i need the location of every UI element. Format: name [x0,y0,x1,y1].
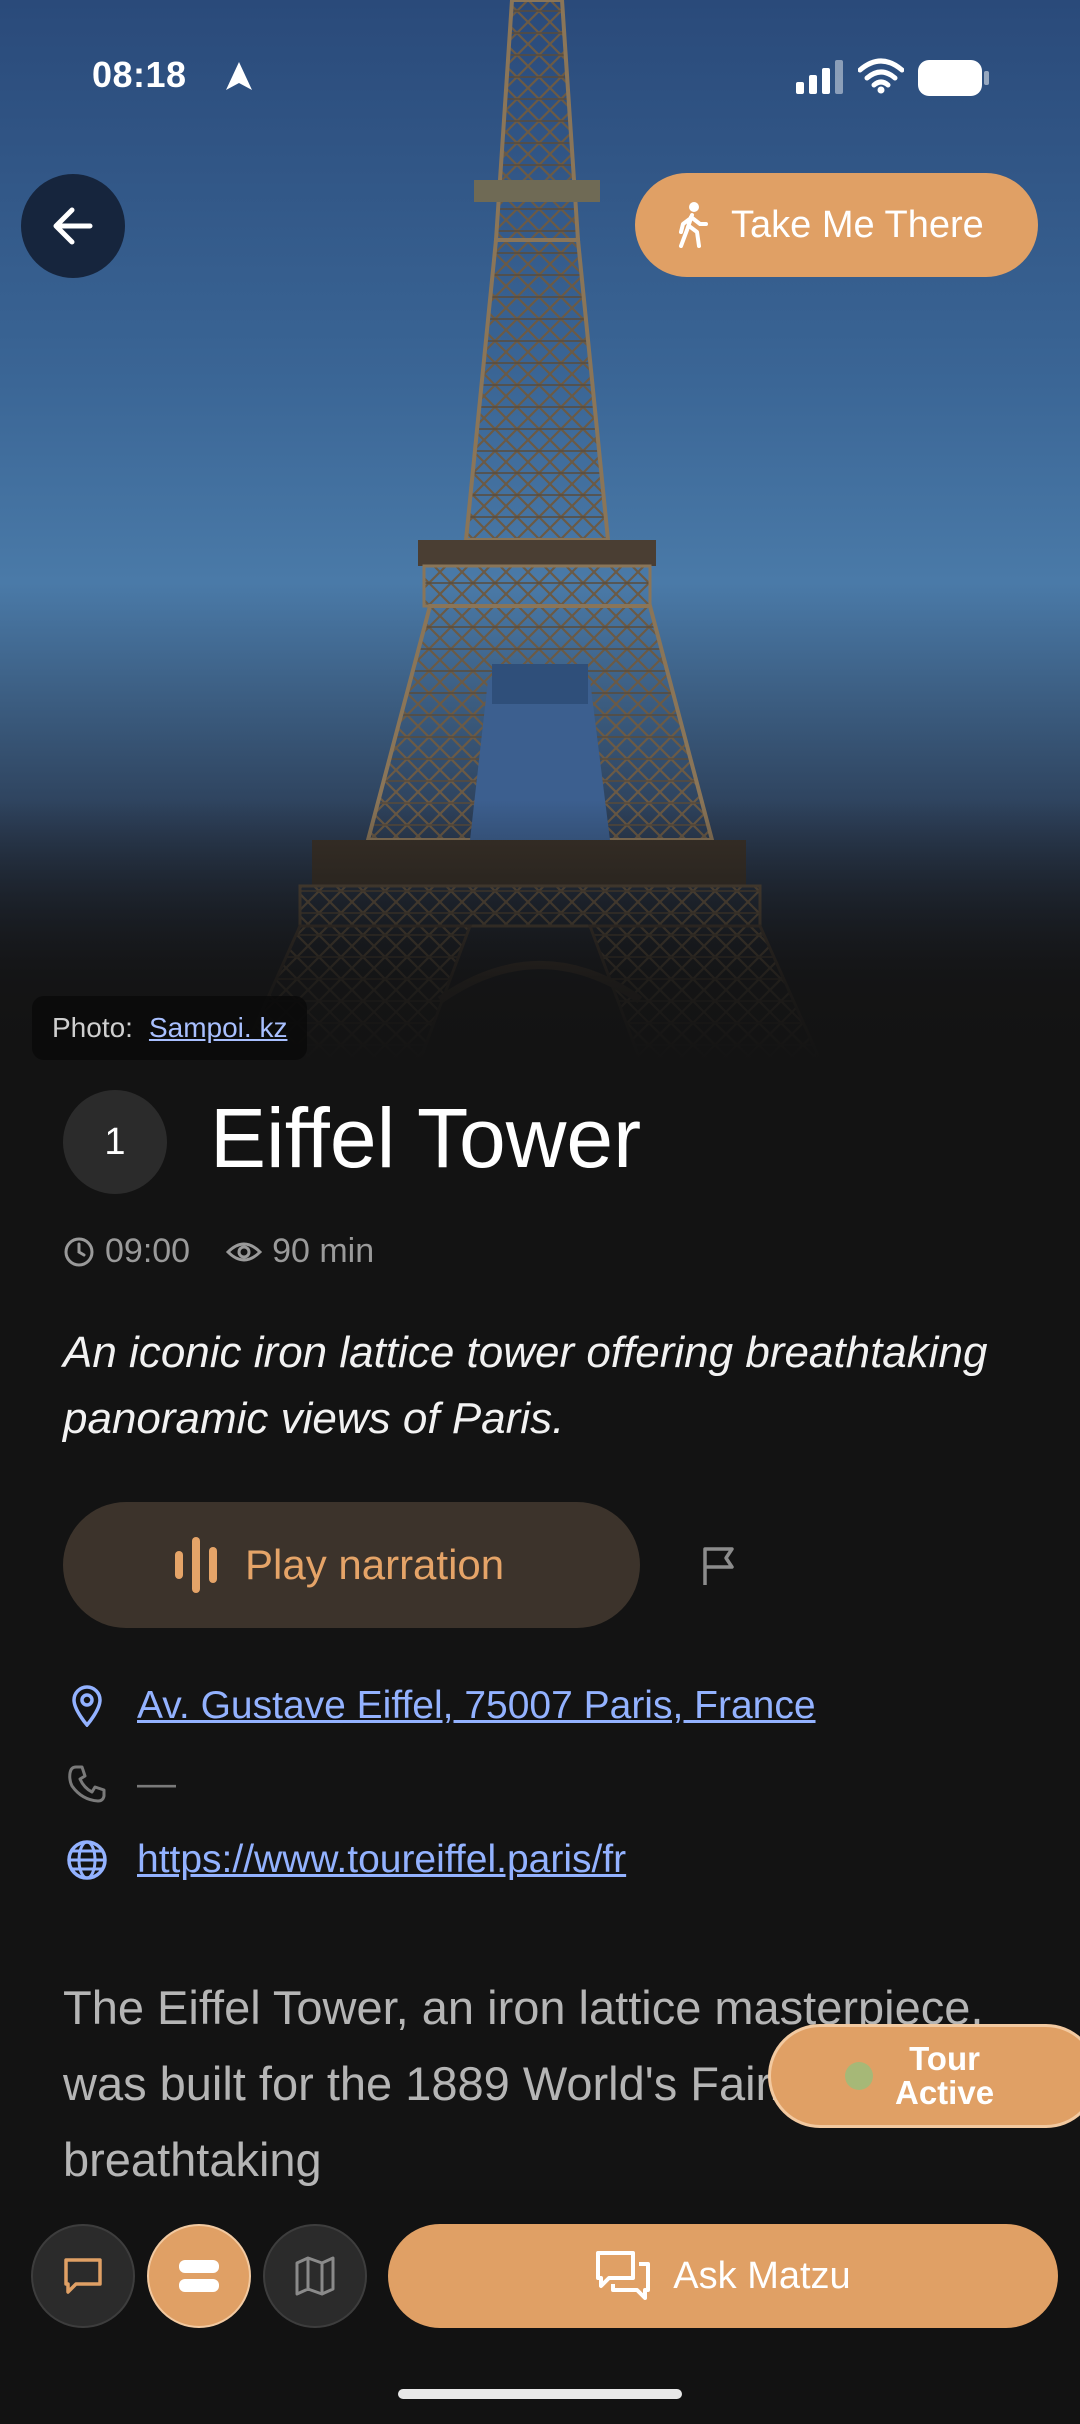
clock-icon [64,1237,94,1266]
globe-icon [67,1840,107,1880]
address-link[interactable]: Av. Gustave Eiffel, 75007 Paris, France [137,1684,816,1728]
folded-map-icon [295,2256,335,2296]
audio-waveform-icon [175,1537,217,1593]
tour-active-label: Tour Active [895,2042,994,2110]
tour-active-line1: Tour [909,2040,980,2077]
website-row[interactable]: https://www.toureiffel.paris/fr [63,1838,626,1882]
ask-matzu-label: Ask Matzu [673,2254,851,2297]
play-narration-label: Play narration [245,1541,505,1588]
back-button[interactable] [21,174,125,278]
arrow-left-icon [53,207,93,245]
stop-number-badge: 1 [63,1090,167,1194]
hero-photo [0,0,1080,1060]
take-me-there-label: Take Me There [731,203,984,246]
photo-credit-prefix: Photo: [52,1012,133,1043]
report-flag-icon[interactable] [700,1545,738,1587]
phone-value: — [137,1762,176,1805]
cellular-signal-icon [796,60,843,94]
wifi-icon [858,58,904,94]
status-time: 08:18 [92,54,187,95]
tour-active-badge[interactable]: Tour Active [768,2024,1080,2128]
play-narration-button[interactable]: Play narration [63,1502,640,1628]
website-link[interactable]: https://www.toureiffel.paris/fr [137,1838,626,1882]
visit-meta: 09:00 90 min [63,1232,410,1271]
status-bar: 08:18 [0,50,1080,110]
place-description: An iconic iron lattice tower offering br… [63,1328,988,1443]
place-title: Eiffel Tower [210,1091,642,1185]
ask-matzu-button[interactable]: Ask Matzu [388,2224,1058,2328]
tour-active-indicator-dot [845,2062,873,2090]
chat-tab-button[interactable] [31,2224,135,2328]
location-arrow-icon [226,62,252,90]
battery-icon [918,60,989,96]
visit-duration: 90 min [226,1232,374,1271]
photo-credit-link[interactable]: Sampoi. kz [149,1012,288,1044]
list-view-icon [179,2260,219,2292]
take-me-there-button[interactable]: Take Me There [635,173,1038,277]
address-row[interactable]: Av. Gustave Eiffel, 75007 Paris, France [63,1684,816,1728]
chat-conversation-icon [596,2251,651,2300]
map-tab-button[interactable] [263,2224,367,2328]
visit-duration-text: 90 min [272,1232,375,1270]
chat-bubble-icon [64,2258,102,2294]
eye-icon [226,1242,263,1261]
walking-person-icon [679,202,708,248]
details-tab-button[interactable] [147,2224,251,2328]
photo-credit: Photo: Sampoi. kz [32,996,308,1060]
phone-icon [68,1765,106,1803]
home-indicator[interactable] [398,2389,682,2399]
phone-row: — [63,1762,176,1806]
visit-time-text: 09:00 [105,1232,191,1270]
visit-time: 09:00 [63,1232,190,1271]
tour-active-line2: Active [895,2074,995,2111]
map-pin-icon [72,1685,102,1727]
